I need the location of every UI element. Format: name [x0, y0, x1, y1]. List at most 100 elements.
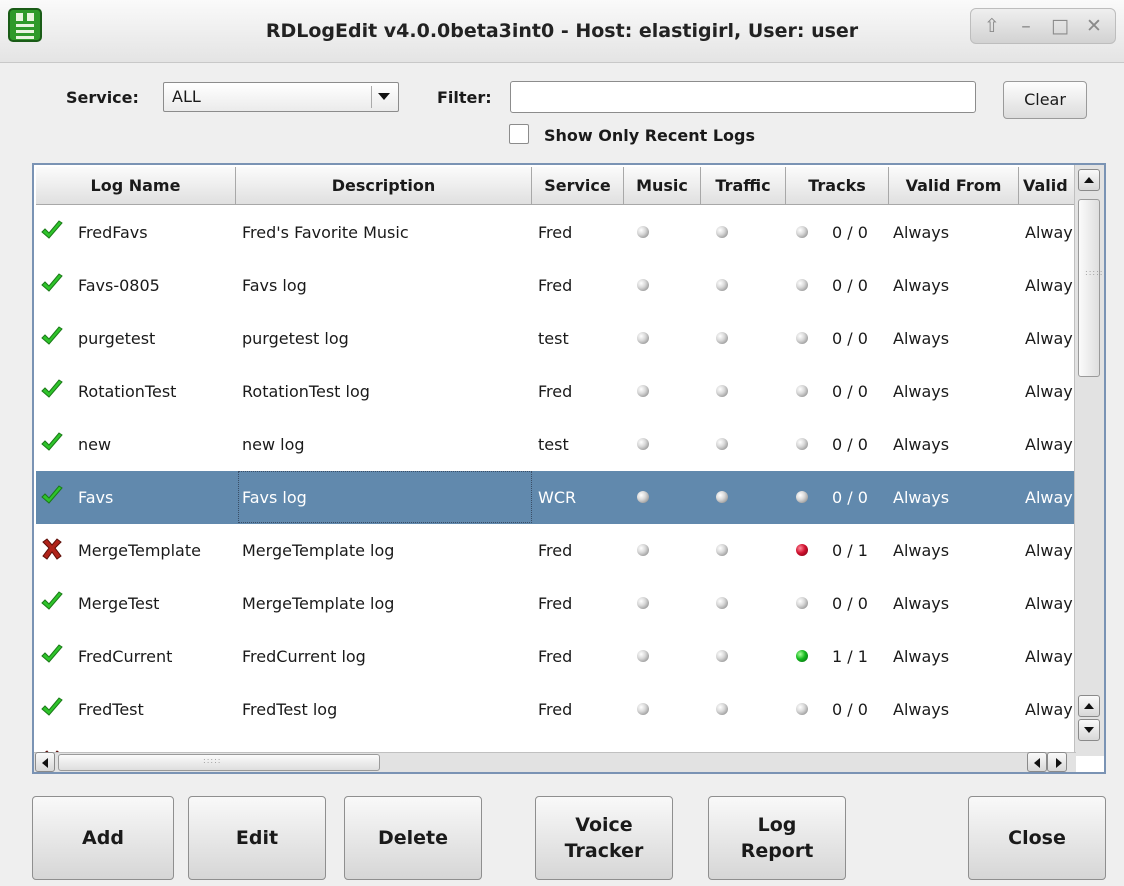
filter-input[interactable]: [510, 81, 976, 113]
tracks-status-led: [796, 650, 808, 662]
checkmark-icon: [40, 643, 64, 667]
description-cell: FredTest log: [242, 700, 338, 719]
valid-to-cell: Alway: [1025, 382, 1073, 401]
scroll-up-button[interactable]: [1078, 169, 1100, 191]
window-controls: ⇧ – □ ✕: [970, 8, 1116, 44]
tracks-status-led: [796, 279, 808, 291]
music-status-led: [637, 650, 649, 662]
scroll-left-button[interactable]: [35, 752, 55, 772]
maximize-icon[interactable]: □: [1045, 13, 1075, 39]
music-status-led: [637, 597, 649, 609]
window-title: RDLogEdit v4.0.0beta3int0 - Host: elasti…: [265, 20, 859, 42]
valid-from-cell: Always: [893, 223, 950, 242]
clear-button[interactable]: Clear: [1003, 81, 1087, 119]
checkmark-icon: [40, 378, 64, 402]
arrow-left-icon: [42, 758, 48, 768]
scroll-down-button[interactable]: [1078, 719, 1100, 741]
log-table: Log Name Description Service Music Traff…: [32, 163, 1106, 774]
table-row[interactable]: new new log test 0 / 0 Always Alway: [36, 418, 1076, 471]
voice-tracker-button[interactable]: Voice Tracker: [535, 796, 673, 880]
valid-from-cell: Always: [893, 647, 950, 666]
log-name-cell: MergeTest: [78, 594, 160, 613]
valid-to-cell: Alway: [1025, 647, 1073, 666]
traffic-status-led: [716, 650, 728, 662]
tracks-status-led: [796, 226, 808, 238]
checkmark-icon: [40, 484, 64, 508]
table-row[interactable]: Favs Favs log WCR 0 / 0 Always Alway: [36, 471, 1076, 524]
column-header-music[interactable]: Music: [624, 167, 701, 205]
valid-to-cell: Alway: [1025, 700, 1073, 719]
horizontal-scroll-thumb[interactable]: :::::: [58, 754, 380, 771]
delete-button[interactable]: Delete: [344, 796, 482, 880]
valid-from-cell: Always: [893, 382, 950, 401]
tracks-status-led: [796, 332, 808, 344]
column-header-valid-from[interactable]: Valid From: [889, 167, 1019, 205]
voice-tracker-line-2: Tracker: [564, 840, 644, 862]
table-row[interactable]: FredFavs Fred's Favorite Music Fred 0 / 0 Al…: [36, 206, 1076, 259]
tracks-cell: 0 / 0: [832, 488, 868, 507]
scroll-right-button[interactable]: [1047, 752, 1067, 772]
table-row[interactable]: MergeTest MergeTemplate log Fred 0 / 0 Alway…: [36, 577, 1076, 630]
table-row[interactable]: purgetest purgetest log test 0 / 0 Always Alw…: [36, 312, 1076, 365]
column-header-valid-to[interactable]: Valid: [1019, 167, 1076, 205]
scroll-left-button-right[interactable]: [1027, 752, 1047, 772]
tracks-cell: 0 / 0: [832, 382, 868, 401]
service-cell: test: [538, 435, 569, 454]
vertical-scroll-thumb[interactable]: ::::::::: [1078, 199, 1104, 377]
log-name-cell: purgetest: [78, 329, 156, 348]
service-label: Service:: [66, 88, 139, 107]
valid-from-cell: Always: [893, 700, 950, 719]
horizontal-scrollbar[interactable]: :::::: [34, 752, 1076, 772]
add-button[interactable]: Add: [32, 796, 174, 880]
log-report-button[interactable]: Log Report: [708, 796, 846, 880]
description-cell: Favs log: [242, 276, 307, 295]
service-cell: Fred: [538, 700, 573, 719]
table-row[interactable]: Favs-0805 Favs log Fred 0 / 0 Always Alway: [36, 259, 1076, 312]
focus-rect: [238, 471, 532, 523]
minimize-icon[interactable]: –: [1011, 13, 1041, 39]
column-header-log-name[interactable]: Log Name: [36, 167, 236, 205]
column-header-service[interactable]: Service: [532, 167, 624, 205]
vertical-scrollbar[interactable]: ::::::::: [1074, 165, 1104, 756]
tracks-cell: 0 / 0: [832, 329, 868, 348]
traffic-status-led: [716, 226, 728, 238]
checkmark-icon: [40, 272, 64, 296]
edit-button[interactable]: Edit: [188, 796, 326, 880]
valid-to-cell: Alway: [1025, 488, 1073, 507]
valid-to-cell: Alway: [1025, 594, 1073, 613]
traffic-status-led: [716, 703, 728, 715]
recent-logs-checkbox[interactable]: [509, 124, 529, 144]
service-value: ALL: [172, 87, 201, 106]
traffic-status-led: [716, 491, 728, 503]
valid-to-cell: Alway: [1025, 276, 1073, 295]
service-cell: Fred: [538, 382, 573, 401]
close-icon[interactable]: ✕: [1079, 13, 1109, 39]
table-row[interactable]: FredTest FredTest log Fred 0 / 0 Always Alway: [36, 683, 1076, 736]
table-row[interactable]: FredCurrent FredCurrent log Fred 1 / 1 Alway…: [36, 630, 1076, 683]
column-header-tracks[interactable]: Tracks: [786, 167, 889, 205]
traffic-status-led: [716, 279, 728, 291]
table-row[interactable]: MergeTemplate MergeTemplate log Fred 0 / 1 A…: [36, 524, 1076, 577]
traffic-status-led: [716, 544, 728, 556]
close-button[interactable]: Close: [968, 796, 1106, 880]
traffic-status-led: [716, 332, 728, 344]
log-name-cell: FredFavs: [78, 223, 148, 242]
checkmark-icon: [40, 219, 64, 243]
service-cell: Fred: [538, 276, 573, 295]
column-header-description[interactable]: Description: [236, 167, 532, 205]
scroll-up-button-bottom[interactable]: [1078, 695, 1100, 717]
service-dropdown[interactable]: ALL: [163, 82, 399, 112]
arrow-down-icon: [1084, 727, 1094, 733]
arrow-up-icon: [1084, 703, 1094, 709]
valid-to-cell: Alway: [1025, 435, 1073, 454]
music-status-led: [637, 332, 649, 344]
tracks-status-led: [796, 544, 808, 556]
table-row[interactable]: RotationTest RotationTest log Fred 0 / 0 Alw…: [36, 365, 1076, 418]
up-icon[interactable]: ⇧: [977, 13, 1007, 39]
column-header-traffic[interactable]: Traffic: [701, 167, 786, 205]
chevron-down-icon: [378, 93, 390, 100]
description-cell: RotationTest log: [242, 382, 370, 401]
table-body: FredFavs Fred's Favorite Music Fred 0 / 0 Al…: [36, 205, 1076, 757]
description-cell: FredCurrent log: [242, 647, 366, 666]
traffic-status-led: [716, 438, 728, 450]
